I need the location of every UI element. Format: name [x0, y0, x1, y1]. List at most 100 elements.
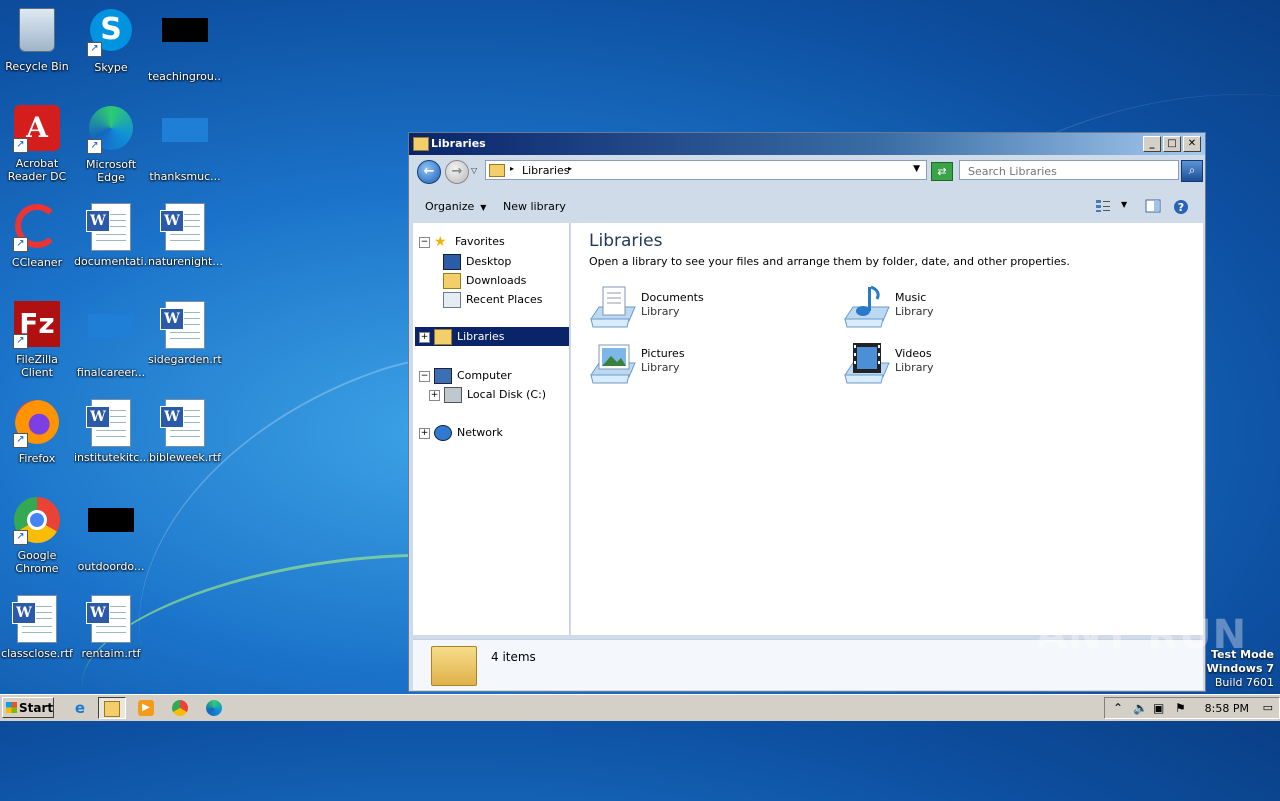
view-dropdown-icon[interactable]: ▼	[1121, 200, 1127, 209]
tree-label: Recent Places	[466, 293, 543, 306]
desktop-icon-thanksmuc[interactable]: thanksmuc...	[148, 104, 222, 183]
maximize-button[interactable]: □	[1163, 136, 1181, 152]
explorer-window: Libraries _ □ ✕ ← → ▽ ▸ Libraries ▸ ▼ ⇄ …	[408, 132, 1206, 692]
tree-item-recent-places[interactable]: Recent Places	[443, 292, 543, 308]
desktop-icon-label: rentaim.rtf	[81, 647, 141, 660]
address-dropdown-icon[interactable]: ▼	[913, 164, 920, 174]
desktop-icon-filezilla[interactable]: Fz ↗ FileZilla Client	[0, 300, 74, 379]
organize-button[interactable]: Organize ▼	[425, 200, 486, 213]
breadcrumb-chevron-icon[interactable]: ▸	[568, 164, 572, 173]
test-mode-line: Build 7601	[1214, 676, 1274, 689]
search-icon[interactable]: ⌕	[1181, 160, 1203, 182]
show-hidden-icons-icon[interactable]: ⌃	[1113, 701, 1123, 715]
desktop-icon-documentation[interactable]: W documentati...	[74, 202, 148, 268]
collapse-icon[interactable]: −	[419, 370, 430, 382]
tree-item-computer[interactable]: − Computer	[419, 368, 512, 384]
library-documents[interactable]: Documents Library	[589, 285, 789, 331]
collapse-icon[interactable]: −	[419, 236, 430, 248]
desktop-icon-edge[interactable]: ↗ Microsoft Edge	[74, 104, 148, 184]
command-bar: Organize ▼ New library ▼ ?	[409, 193, 1205, 221]
desktop-icon-finalcareer[interactable]: finalcareer...	[74, 300, 148, 379]
desktop-icon-ccleaner[interactable]: ↗ CCleaner	[0, 202, 74, 269]
tree-label: Computer	[457, 369, 512, 382]
desktop-icon-classclose[interactable]: W classclose.rtf	[0, 594, 74, 660]
refresh-button[interactable]: ⇄	[931, 162, 953, 181]
content-pane: Libraries Open a library to see your fil…	[571, 223, 1203, 635]
library-music[interactable]: Music Library	[843, 285, 1043, 331]
library-pictures[interactable]: Pictures Library	[589, 341, 789, 387]
tree-item-network[interactable]: + Network	[419, 425, 503, 441]
desktop-icon-teachingrou[interactable]: teachingrou...	[148, 6, 222, 83]
desktop-icon-skype[interactable]: S ↗ Skype	[74, 6, 148, 74]
taskbar: Start e ▶ ⌃ 🔈 ▣ ⚑ 8:58 PM ▭	[0, 694, 1280, 721]
tree-item-desktop[interactable]: Desktop	[443, 254, 511, 270]
action-center-flag-icon[interactable]: ⚑	[1175, 701, 1186, 715]
address-bar[interactable]: ▸ Libraries ▸ ▼	[485, 160, 927, 180]
window-titlebar[interactable]: Libraries _ □ ✕	[409, 133, 1205, 155]
library-name: Videos	[895, 347, 932, 360]
word-document-icon: W	[86, 399, 131, 447]
close-button[interactable]: ✕	[1183, 136, 1201, 152]
expand-icon[interactable]: +	[419, 331, 430, 343]
new-library-button[interactable]: New library	[503, 200, 566, 213]
libraries-folder-icon	[431, 646, 477, 686]
libraries-folder-icon	[413, 137, 429, 151]
libraries-folder-icon	[434, 329, 452, 345]
taskbar-edge[interactable]	[200, 697, 228, 719]
desktop-icon-recycle-bin[interactable]: Recycle Bin	[0, 6, 74, 73]
desktop-icon-outdoordo[interactable]: outdoordo...	[74, 496, 148, 573]
word-document-icon: W	[86, 595, 131, 643]
taskbar-chrome[interactable]	[166, 697, 194, 719]
breadcrumb-libraries[interactable]: Libraries	[522, 164, 570, 177]
desktop-icon-firefox[interactable]: ↗ Firefox	[0, 398, 74, 465]
start-button[interactable]: Start	[2, 697, 54, 718]
taskbar-explorer[interactable]	[98, 697, 126, 719]
desktop-icon	[443, 254, 461, 270]
desktop-icon-naturenight[interactable]: W naturenight...	[148, 202, 222, 268]
library-type: Library	[641, 305, 680, 318]
desktop-icon-chrome[interactable]: ↗ Google Chrome	[0, 496, 74, 575]
desktop-icon-sidegarden[interactable]: W sidegarden.rtf	[148, 300, 222, 366]
desktop-icon-label: classclose.rtf	[1, 647, 73, 660]
documents-library-icon	[590, 286, 636, 328]
breadcrumb-chevron-icon[interactable]: ▸	[510, 164, 514, 173]
desktop-icon-acrobat[interactable]: A ↗ Acrobat Reader DC	[0, 104, 74, 183]
desktop-icon-institutekitc[interactable]: W institutekitc...	[74, 398, 148, 464]
expand-icon[interactable]: +	[419, 427, 430, 439]
library-videos[interactable]: Videos Library	[843, 341, 1043, 387]
search-box[interactable]	[959, 160, 1180, 180]
forward-button[interactable]: →	[445, 160, 469, 184]
minimize-button[interactable]: _	[1143, 136, 1161, 152]
show-desktop-icon[interactable]: ▭	[1263, 701, 1273, 714]
taskbar-media-player[interactable]: ▶	[132, 697, 160, 719]
preview-pane-icon[interactable]	[1145, 199, 1161, 213]
desktop-icon-bibleweek[interactable]: W bibleweek.rtf	[148, 398, 222, 464]
search-input[interactable]	[966, 162, 1180, 180]
back-button[interactable]: ←	[417, 160, 441, 184]
tree-item-libraries[interactable]: + Libraries	[415, 327, 569, 346]
shortcut-arrow-icon: ↗	[13, 530, 28, 545]
desktop-icon-rentaim[interactable]: W rentaim.rtf	[74, 594, 148, 660]
address-bar-row: ← → ▽ ▸ Libraries ▸ ▼ ⇄ ⌕	[409, 155, 1205, 185]
recent-pages-dropdown-icon[interactable]: ▽	[471, 166, 477, 175]
taskbar-ie[interactable]: e	[66, 697, 94, 719]
tree-item-favorites[interactable]: − ★ Favorites	[419, 235, 505, 249]
word-document-icon: W	[86, 203, 131, 251]
help-icon[interactable]: ?	[1173, 199, 1189, 215]
tree-item-downloads[interactable]: Downloads	[443, 273, 526, 289]
chevron-down-icon: ▼	[480, 203, 487, 212]
desktop-icon-label: Recycle Bin	[5, 60, 69, 73]
test-mode-line: Test Mode	[1211, 648, 1274, 661]
network-status-icon[interactable]: ▣	[1153, 701, 1164, 715]
change-view-icon[interactable]	[1095, 199, 1111, 213]
window-title: Libraries	[431, 137, 486, 150]
expand-icon[interactable]: +	[429, 389, 440, 401]
tree-item-local-disk[interactable]: + Local Disk (C:)	[429, 387, 546, 403]
volume-icon[interactable]: 🔈	[1133, 701, 1148, 715]
internet-explorer-icon: e	[74, 699, 86, 717]
file-thumbnail-icon	[88, 508, 134, 532]
chrome-icon	[172, 700, 188, 716]
shortcut-arrow-icon: ↗	[13, 237, 28, 252]
taskbar-clock[interactable]: 8:58 PM	[1205, 702, 1249, 715]
computer-icon	[434, 368, 452, 384]
